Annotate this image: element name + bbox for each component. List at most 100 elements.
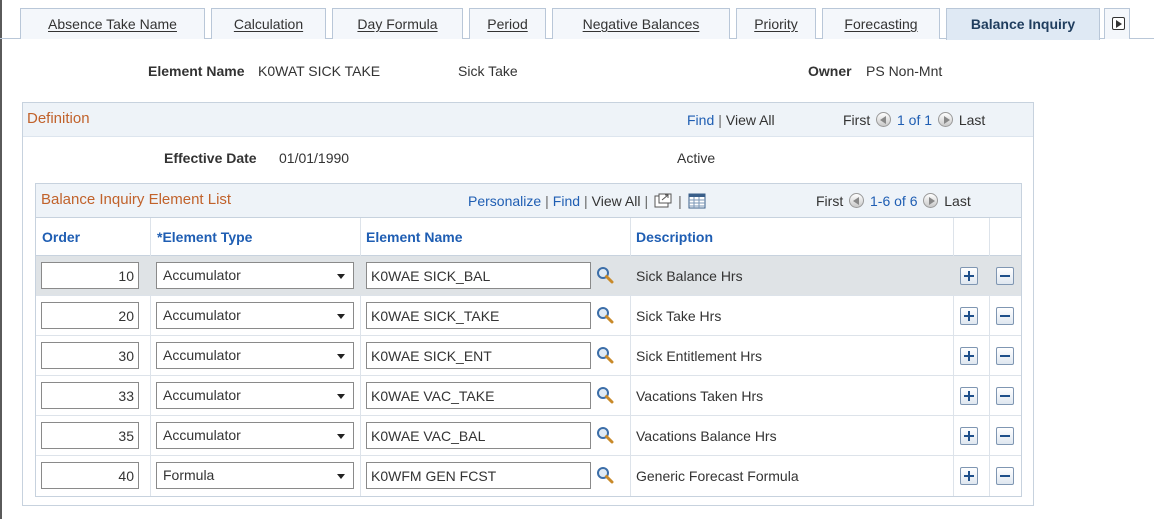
description-value: Generic Forecast Formula <box>636 468 799 484</box>
plus-icon[interactable] <box>960 347 978 365</box>
table-row: Accumulator Sick Balance Hrs <box>36 256 1021 296</box>
minus-icon[interactable] <box>996 387 1014 405</box>
order-input[interactable] <box>41 382 139 409</box>
status-value: Active <box>677 150 716 166</box>
definition-view-all: View All <box>725 112 775 128</box>
tab-scroll-right-button[interactable] <box>1104 8 1130 39</box>
element-name-input[interactable] <box>366 302 591 329</box>
description-value: Vacations Taken Hrs <box>636 388 764 404</box>
effective-date-label: Effective Date <box>164 150 257 166</box>
column-description[interactable]: Description <box>636 218 713 256</box>
chevron-down-icon <box>337 274 345 279</box>
order-input[interactable] <box>41 342 139 369</box>
element-name-input[interactable] <box>366 382 591 409</box>
table-row: Accumulator Vacations Balance Hrs <box>36 416 1021 456</box>
new-window-icon[interactable] <box>654 193 672 209</box>
minus-icon[interactable] <box>996 467 1014 485</box>
minus-icon[interactable] <box>996 347 1014 365</box>
chevron-down-icon <box>337 354 345 359</box>
plus-icon[interactable] <box>960 387 978 405</box>
magnifier-icon[interactable] <box>596 266 614 284</box>
arrow-right-icon <box>1112 17 1125 30</box>
element-type-select[interactable]: Accumulator <box>156 422 354 449</box>
chevron-down-icon <box>337 474 345 479</box>
element-type-select[interactable]: Accumulator <box>156 262 354 289</box>
magnifier-icon[interactable] <box>596 466 614 484</box>
tab-calculation[interactable]: Calculation <box>211 8 326 39</box>
arrow-left-icon[interactable] <box>876 112 892 127</box>
description-value: Vacations Balance Hrs <box>636 428 777 444</box>
definition-count: 1 of 1 <box>897 112 933 128</box>
table-row: Accumulator Vacations Taken Hrs <box>36 376 1021 416</box>
tab-forecasting[interactable]: Forecasting <box>822 8 940 39</box>
tab-bar: Absence Take Name Calculation Day Formul… <box>0 0 1154 519</box>
tab-day-formula[interactable]: Day Formula <box>332 8 463 39</box>
order-input[interactable] <box>41 462 139 489</box>
grid-view-all: View All <box>591 193 641 209</box>
element-name-label: Element Name <box>148 63 245 79</box>
plus-icon[interactable] <box>960 307 978 325</box>
element-type-value: Accumulator <box>163 347 241 363</box>
definition-find-link[interactable]: Find <box>687 112 714 128</box>
magnifier-icon[interactable] <box>596 346 614 364</box>
minus-icon[interactable] <box>996 307 1014 325</box>
plus-icon[interactable] <box>960 427 978 445</box>
element-name-input[interactable] <box>366 262 591 289</box>
personalize-link[interactable]: Personalize <box>468 193 541 209</box>
description-value: Sick Entitlement Hrs <box>636 348 763 364</box>
table-row: Formula Generic Forecast Formula <box>36 456 1021 496</box>
element-description: Sick Take <box>458 63 518 79</box>
plus-icon[interactable] <box>960 467 978 485</box>
order-input[interactable] <box>41 302 139 329</box>
minus-icon[interactable] <box>996 427 1014 445</box>
element-type-select[interactable]: Accumulator <box>156 302 354 329</box>
grid-pager: First 1-6 of 6 Last <box>816 193 971 209</box>
element-type-value: Accumulator <box>163 387 241 403</box>
chevron-down-icon <box>337 434 345 439</box>
grid-count: 1-6 of 6 <box>870 193 918 209</box>
element-type-value: Accumulator <box>163 427 241 443</box>
owner-value: PS Non-Mnt <box>866 63 943 79</box>
effective-date-value: 01/01/1990 <box>279 150 350 166</box>
table-row: Accumulator Sick Take Hrs <box>36 296 1021 336</box>
element-name-input[interactable] <box>366 462 591 489</box>
order-input[interactable] <box>41 262 139 289</box>
grid-title: Balance Inquiry Element List <box>41 191 232 208</box>
minus-icon[interactable] <box>996 267 1014 285</box>
tab-balance-inquiry[interactable]: Balance Inquiry <box>946 8 1100 40</box>
element-type-select[interactable]: Formula <box>156 462 354 489</box>
column-element-type[interactable]: *Element Type <box>157 218 252 256</box>
element-type-value: Formula <box>163 467 215 483</box>
magnifier-icon[interactable] <box>596 386 614 404</box>
order-input[interactable] <box>41 422 139 449</box>
chevron-down-icon <box>337 314 345 319</box>
magnifier-icon[interactable] <box>596 306 614 324</box>
element-type-select[interactable]: Accumulator <box>156 342 354 369</box>
tab-period[interactable]: Period <box>469 8 546 39</box>
element-type-select[interactable]: Accumulator <box>156 382 354 409</box>
column-element-name[interactable]: Element Name <box>366 218 462 256</box>
tab-absence-take-name[interactable]: Absence Take Name <box>20 8 205 39</box>
arrow-right-icon[interactable] <box>937 112 953 127</box>
column-order[interactable]: Order <box>42 218 80 256</box>
owner-label: Owner <box>808 63 852 79</box>
arrow-right-icon[interactable] <box>923 193 939 208</box>
grid-toolbar: Personalize | Find | View All | | <box>468 193 708 209</box>
tab-priority[interactable]: Priority <box>736 8 816 39</box>
element-type-value: Accumulator <box>163 267 241 283</box>
plus-icon[interactable] <box>960 267 978 285</box>
grid-last-label: Last <box>944 193 971 209</box>
spreadsheet-icon[interactable] <box>688 193 706 209</box>
definition-pager: First 1 of 1 Last <box>843 112 985 128</box>
element-name-input[interactable] <box>366 342 591 369</box>
grid-first-label: First <box>816 193 844 209</box>
definition-title: Definition <box>27 110 90 127</box>
grid-find-link[interactable]: Find <box>553 193 580 209</box>
definition-first-label: First <box>843 112 871 128</box>
element-name-input[interactable] <box>366 422 591 449</box>
arrow-left-icon[interactable] <box>849 193 865 208</box>
definition-navigation: Find | View All <box>687 112 775 128</box>
element-name-value: K0WAT SICK TAKE <box>258 63 381 79</box>
tab-negative-balances[interactable]: Negative Balances <box>552 8 730 39</box>
magnifier-icon[interactable] <box>596 426 614 444</box>
